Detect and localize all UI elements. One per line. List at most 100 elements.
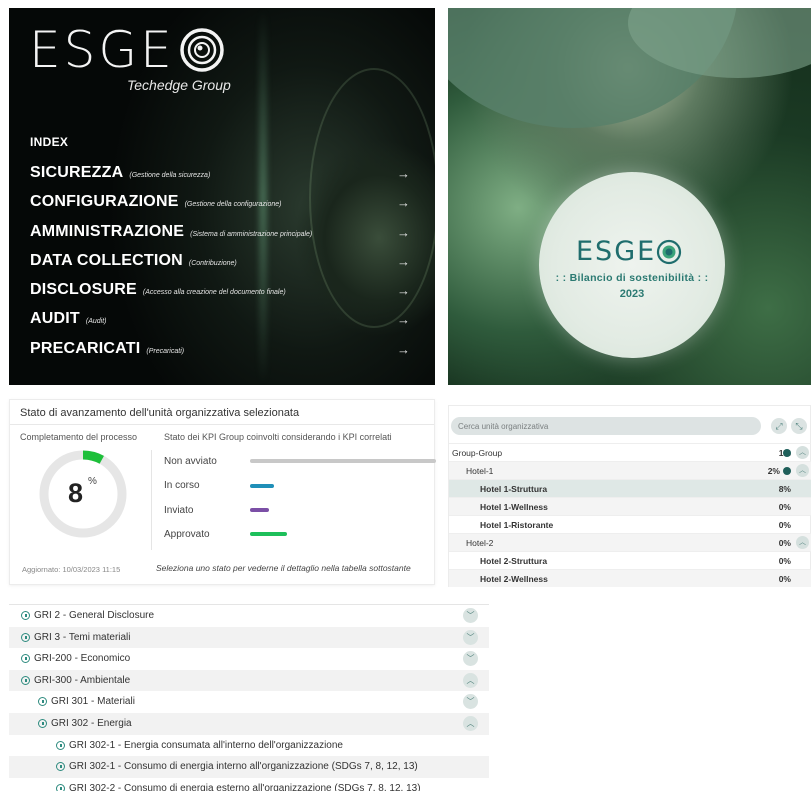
gauge-icon: [56, 740, 65, 750]
org-row-hotel-1[interactable]: Hotel-1 2% ︿: [449, 461, 811, 479]
status-approvato[interactable]: Approvato: [164, 529, 210, 540]
org-row-hotel-2[interactable]: Hotel-2 0% ︿: [449, 533, 811, 551]
status-non-avviato[interactable]: Non avviato: [164, 456, 217, 467]
arrow-right-icon: →: [397, 166, 410, 181]
org-row-hotel-2-wellness[interactable]: Hotel 2-Wellness 0%: [449, 569, 811, 587]
gauge-icon: [21, 611, 30, 620]
status-bar-in-corso[interactable]: [250, 484, 274, 488]
org-label: Hotel-2: [466, 538, 494, 548]
status-bar-non-avviato[interactable]: [250, 459, 436, 463]
menu-item-label: CONFIGURAZIONE: [30, 193, 179, 211]
arrow-right-icon: →: [397, 195, 410, 211]
gri-row[interactable]: GRI 302 - Energia ︿: [9, 712, 489, 735]
gauge-icon: [38, 697, 47, 707]
menu-item-data-collection[interactable]: DATA COLLECTION (Contribuzione) →: [30, 252, 410, 281]
chevron-up-icon[interactable]: ︿: [796, 464, 809, 477]
gri-label: GRI 2 - General Disclosure: [34, 610, 155, 621]
cover-panel: ESGE : : Bilancio di sostenibilità : : 2…: [448, 8, 811, 385]
menu-item-label: AMMINISTRAZIONE: [30, 222, 185, 240]
gauge-icon: [21, 675, 30, 685]
chevron-down-icon[interactable]: ﹀: [463, 651, 478, 667]
org-row-hotel-2-struttura[interactable]: Hotel 2-Struttura 0%: [449, 551, 811, 569]
org-percent: 0%: [778, 574, 791, 584]
arrow-right-icon: →: [397, 224, 410, 240]
arrow-right-icon: →: [397, 341, 410, 357]
menu-item-configurazione[interactable]: CONFIGURAZIONE (Gestione della configura…: [30, 193, 410, 222]
org-row-hotel-1-wellness[interactable]: Hotel 1-Wellness 0%: [449, 497, 811, 515]
menu-item-disclosure[interactable]: DISCLOSURE (Accesso alla creazione del d…: [30, 281, 410, 310]
gri-row[interactable]: GRI-200 - Economico ﹀: [9, 648, 489, 670]
menu-item-sub: (Gestione della sicurezza): [129, 172, 211, 179]
org-label: Group-Group: [452, 448, 503, 458]
gri-label: GRI 3 - Temi materiali: [34, 631, 131, 643]
chevron-down-icon[interactable]: ﹀: [463, 694, 478, 710]
org-row-hotel-1-ristorante[interactable]: Hotel 1-Ristorante 0%: [449, 515, 811, 533]
chevron-up-icon[interactable]: ︿: [463, 715, 478, 731]
gri-label: GRI 302-2 - Consumo di energia esterno a…: [69, 782, 421, 791]
chevron-up-icon[interactable]: ︿: [796, 446, 809, 459]
status-bar-inviato[interactable]: [250, 508, 269, 512]
status-bar-approvato[interactable]: [250, 532, 287, 536]
org-label: Hotel-1: [466, 466, 494, 476]
status-dot-icon: [783, 467, 791, 475]
expand-all-icon[interactable]: ⤢: [771, 418, 787, 434]
menu-item-sicurezza[interactable]: SICUREZZA (Gestione della sicurezza) →: [30, 164, 410, 193]
chevron-up-icon[interactable]: ︿: [796, 536, 809, 549]
menu-item-label: SICUREZZA: [30, 164, 124, 181]
org-search-input[interactable]: [451, 417, 761, 435]
collapse-all-icon[interactable]: ⤡: [791, 418, 807, 434]
org-row-hotel-1-struttura[interactable]: Hotel 1-Struttura 8%: [449, 479, 811, 497]
menu-item-sub: (Accesso alla creazione del documento fi…: [142, 289, 286, 297]
gri-row[interactable]: GRI 301 - Materiali ﹀: [9, 691, 489, 713]
gri-row[interactable]: GRI 302-1 - Consumo di energia interno a…: [9, 756, 489, 778]
org-label: Hotel 2-Wellness: [480, 574, 548, 584]
menu-item-precaricati[interactable]: PRECARICATI (Precaricati) →: [30, 340, 410, 369]
kpi-heading: Stato dei KPI Group coinvolti consideran…: [164, 432, 392, 442]
status-dot-icon: [783, 449, 791, 457]
menu-item-sub: (Contribuzione): [188, 259, 237, 267]
gauge-icon: [56, 783, 65, 791]
gri-label: GRI 302-1 - Energia consumata all'intern…: [69, 739, 343, 751]
gri-label: GRI-200 - Economico: [34, 653, 131, 665]
org-label: Hotel 1-Ristorante: [480, 520, 554, 530]
status-in-corso[interactable]: In corso: [164, 480, 200, 491]
gri-row[interactable]: GRI 2 - General Disclosure ﹀: [9, 605, 489, 627]
cover-logo: ESGE: [576, 237, 682, 267]
menu-item-label: AUDIT: [30, 310, 80, 328]
org-row-group[interactable]: Group-Group 1% ︿: [449, 443, 811, 461]
menu-item-label: DISCLOSURE: [30, 281, 137, 299]
org-percent: 0%: [778, 502, 791, 512]
gri-row[interactable]: GRI 3 - Temi materiali ﹀: [9, 626, 489, 649]
panel-title: Stato di avanzamento dell'unità organizz…: [20, 407, 300, 419]
cover-subtitle: : : Bilancio di sostenibilità : :: [555, 272, 709, 284]
divider: [151, 450, 152, 550]
menu-item-audit[interactable]: AUDIT (Audit) →: [30, 310, 410, 339]
cover-year: 2023: [619, 288, 645, 300]
status-panel: Stato di avanzamento dell'unità organizz…: [9, 399, 436, 585]
org-percent: 2%: [767, 466, 780, 476]
gauge-icon: [56, 762, 65, 772]
gri-row[interactable]: GRI 302-2 - Consumo di energia esterno a…: [9, 778, 489, 791]
legend-label: Non avviato: [164, 456, 217, 467]
gri-row[interactable]: GRI-300 - Ambientale ︿: [9, 669, 489, 692]
menu-item-amministrazione[interactable]: AMMINISTRAZIONE (Sistema di amministrazi…: [30, 223, 410, 252]
arrow-right-icon: →: [397, 312, 410, 328]
logo-word: ESGE: [29, 21, 175, 79]
gri-label: GRI 302-1 - Consumo di energia interno a…: [69, 761, 418, 773]
logo-word: ESGE: [576, 236, 657, 267]
org-percent: 8%: [778, 484, 791, 494]
gri-label: GRI 301 - Materiali: [51, 696, 135, 708]
chevron-up-icon[interactable]: ︿: [463, 672, 478, 688]
gri-row[interactable]: GRI 302-1 - Energia consumata all'intern…: [9, 735, 489, 757]
chevron-down-icon[interactable]: ﹀: [463, 608, 478, 623]
index-menu: SICUREZZA (Gestione della sicurezza) → C…: [30, 164, 410, 369]
menu-item-label: PRECARICATI: [30, 339, 141, 357]
org-percent: 0%: [778, 556, 791, 566]
org-label: Hotel 1-Wellness: [480, 502, 548, 512]
org-unit-panel: ⤢ ⤡ Group-Group 1% ︿ Hotel-1 2% ︿ Hotel …: [448, 405, 811, 587]
tagline: Techedge Group: [127, 77, 231, 93]
org-label: Hotel 2-Struttura: [480, 556, 548, 566]
status-inviato[interactable]: Inviato: [164, 505, 193, 516]
chevron-down-icon[interactable]: ﹀: [463, 629, 478, 645]
logo-eye-icon: [179, 28, 224, 72]
